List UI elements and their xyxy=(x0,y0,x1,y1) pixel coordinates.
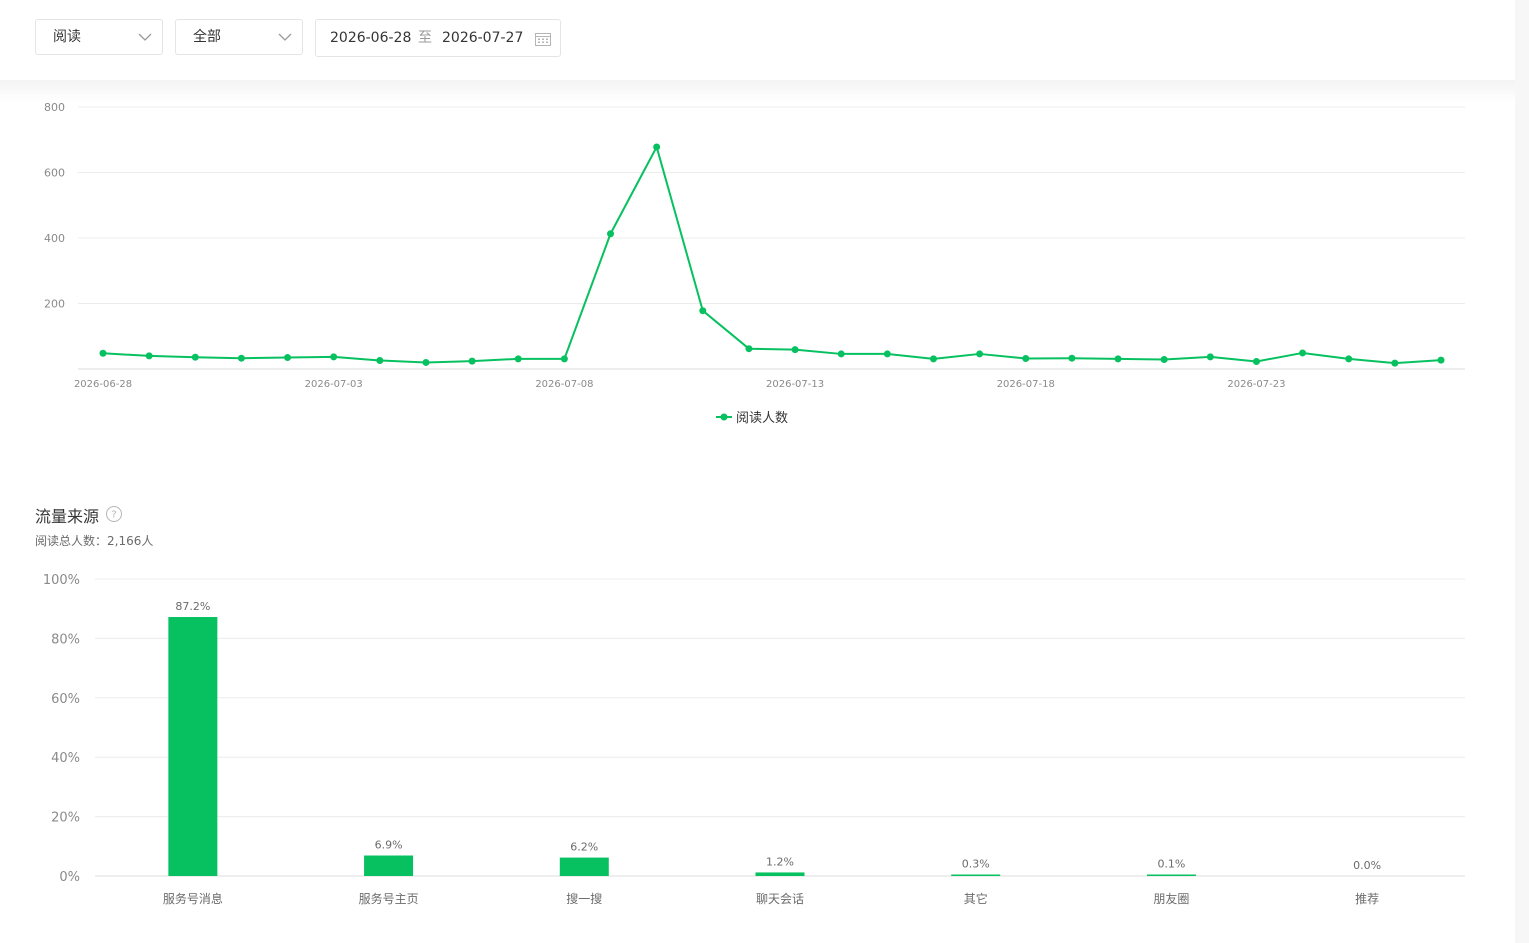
y-tick-label: 400 xyxy=(44,232,65,245)
bar-value-label: 1.2% xyxy=(766,855,794,868)
y-tick-label: 200 xyxy=(44,298,65,311)
data-point xyxy=(514,355,522,363)
data-point xyxy=(284,354,292,362)
data-point xyxy=(929,355,937,363)
date-start[interactable]: 2026-06-28 xyxy=(330,20,411,56)
data-point xyxy=(1068,354,1076,362)
date-separator: 至 xyxy=(418,30,432,46)
reading-total-label: 阅读总人数： xyxy=(35,534,108,548)
metric-select-value: 阅读 xyxy=(53,29,81,45)
x-tick-label: 2026-07-13 xyxy=(766,379,824,390)
data-point xyxy=(883,350,891,358)
data-point xyxy=(468,357,476,365)
y-tick-label: 0% xyxy=(59,870,80,885)
bar-value-label: 0.0% xyxy=(1353,859,1381,872)
y-tick-label: 100% xyxy=(43,573,80,588)
data-point xyxy=(1022,355,1030,363)
data-point xyxy=(191,353,199,361)
data-point xyxy=(699,307,707,315)
data-point xyxy=(1252,357,1260,365)
data-point xyxy=(837,350,845,358)
chevron-down-icon xyxy=(278,33,292,41)
data-point xyxy=(791,346,799,354)
bar xyxy=(951,874,1001,876)
filter-bar: 阅读 全部 2026-06-28 至 2026-07-27 xyxy=(0,0,1515,80)
bar xyxy=(168,617,218,876)
data-point xyxy=(1391,359,1399,367)
scope-select[interactable]: 全部 xyxy=(175,19,303,55)
series-line xyxy=(102,145,1442,365)
y-tick-label: 40% xyxy=(51,751,80,766)
bar-value-label: 6.9% xyxy=(375,839,403,852)
data-point xyxy=(145,352,153,360)
data-point xyxy=(1114,355,1122,363)
data-point xyxy=(653,143,661,151)
chevron-down-icon xyxy=(138,33,152,41)
metric-select[interactable]: 阅读 xyxy=(35,19,163,55)
calendar-icon[interactable] xyxy=(535,32,551,46)
bar-value-label: 0.1% xyxy=(1157,858,1185,871)
x-tick-label: 2026-06-28 xyxy=(74,379,132,390)
data-point xyxy=(1299,349,1307,357)
data-point xyxy=(745,345,753,353)
bar xyxy=(755,872,805,876)
legend-swatch-dot xyxy=(720,413,728,421)
date-range-picker[interactable]: 2026-06-28 至 2026-07-27 xyxy=(315,19,561,57)
date-end[interactable]: 2026-07-27 xyxy=(442,20,523,56)
traffic-source-title: 流量来源 xyxy=(35,507,100,526)
category-label: 朋友圈 xyxy=(1153,892,1189,906)
traffic-source-chart: 0% 20% 40% 60% 80% 100% 87.2% 服务号消息 6.9% 服务号主页 6.2… xyxy=(43,573,1465,906)
bar xyxy=(559,857,609,876)
bar xyxy=(1146,874,1196,876)
x-tick-label: 2026-07-18 xyxy=(997,379,1055,390)
category-label: 服务号主页 xyxy=(359,891,419,906)
y-tick-label: 600 xyxy=(44,167,65,180)
question-circle-icon[interactable]: ? xyxy=(105,505,123,523)
category-label: 服务号消息 xyxy=(163,891,223,906)
reading-total: 阅读总人数：2,166人 xyxy=(35,532,153,549)
y-tick-label: 20% xyxy=(51,811,80,826)
data-point xyxy=(1206,353,1214,361)
y-tick-label: 80% xyxy=(51,632,80,647)
data-point xyxy=(330,353,338,361)
legend: 阅读人数 xyxy=(716,411,788,426)
bar-value-label: 6.2% xyxy=(570,841,598,854)
scrollbar-track[interactable] xyxy=(1515,0,1529,943)
category-label: 搜一搜 xyxy=(566,891,602,906)
category-label: 其它 xyxy=(964,891,988,906)
data-point xyxy=(1345,355,1353,363)
data-point xyxy=(1437,356,1445,364)
data-point xyxy=(376,356,384,364)
legend-label: 阅读人数 xyxy=(736,411,788,426)
bar-value-label: 87.2% xyxy=(175,600,210,613)
data-point xyxy=(237,354,245,362)
svg-text:?: ? xyxy=(111,510,116,521)
x-tick-label: 2026-07-23 xyxy=(1227,379,1285,390)
y-tick-label: 800 xyxy=(44,101,65,114)
data-point xyxy=(422,358,430,366)
reading-total-value: 2,166人 xyxy=(107,534,154,548)
data-point xyxy=(1160,356,1168,364)
data-point xyxy=(607,230,615,238)
scope-select-value: 全部 xyxy=(193,29,221,45)
bar-value-label: 0.3% xyxy=(962,858,990,871)
category-label: 聊天会话 xyxy=(756,892,804,906)
reading-trend-chart: 200 400 600 800 2026-06-28 2026-07-03 2026-07-… xyxy=(44,101,1465,426)
x-tick-label: 2026-07-08 xyxy=(535,379,593,390)
y-tick-label: 60% xyxy=(51,692,80,707)
data-point xyxy=(560,355,568,363)
x-tick-label: 2026-07-03 xyxy=(305,379,363,390)
bar xyxy=(364,855,414,876)
category-label: 推荐 xyxy=(1355,892,1379,906)
data-point xyxy=(99,349,107,357)
data-point xyxy=(976,350,984,358)
